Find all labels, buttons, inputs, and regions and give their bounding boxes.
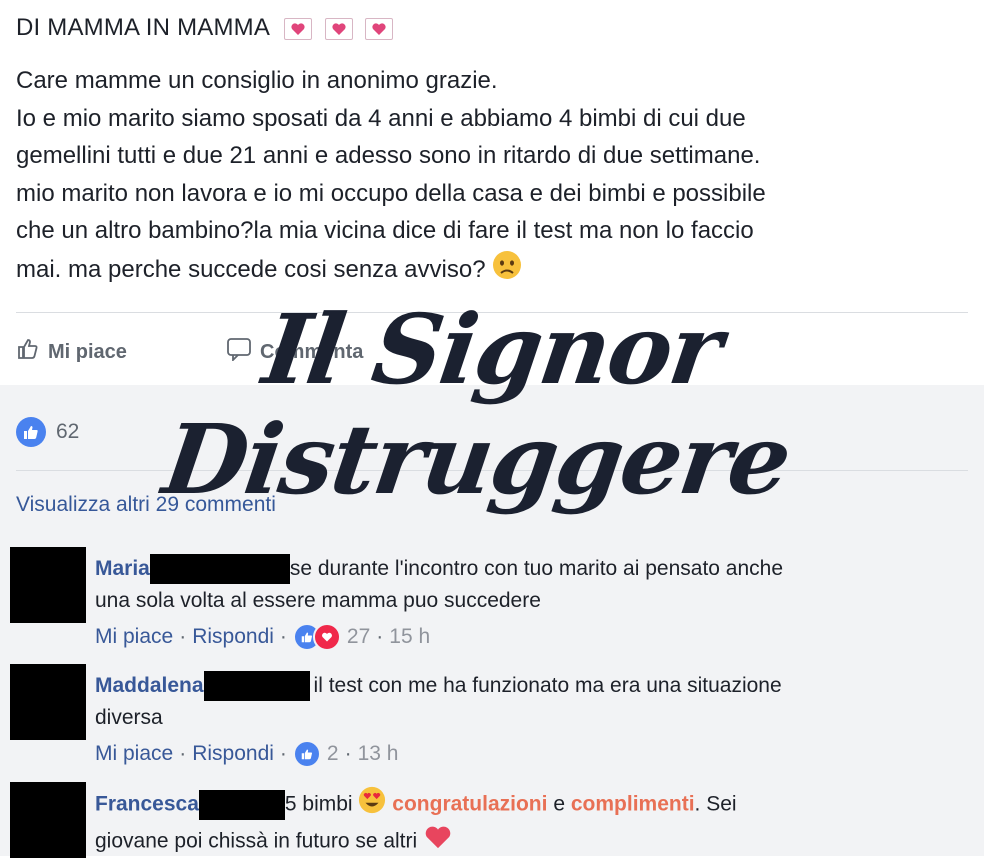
like-count: 62 bbox=[56, 420, 80, 443]
comment-author[interactable]: Maria bbox=[95, 557, 150, 580]
divider bbox=[16, 312, 968, 313]
separator: · bbox=[179, 742, 187, 765]
redaction-bar bbox=[203, 671, 310, 702]
like-button[interactable]: Mi piace bbox=[16, 337, 127, 367]
comment-like-link[interactable]: Mi piace bbox=[95, 625, 173, 649]
post-line: mio marito non lavora e io mi occupo del… bbox=[16, 179, 766, 207]
post-title-text: DI MAMMA IN MAMMA bbox=[16, 14, 269, 41]
thumbs-up-icon bbox=[16, 337, 40, 367]
comment-time[interactable]: 13 h bbox=[358, 742, 399, 766]
comment-button[interactable]: Commenta bbox=[226, 337, 984, 367]
red-heart-icon bbox=[423, 824, 453, 860]
divider bbox=[16, 470, 968, 471]
avatar[interactable] bbox=[10, 664, 86, 740]
like-reaction-icon bbox=[292, 740, 321, 768]
comment-text: e bbox=[553, 792, 566, 816]
title-hearts bbox=[283, 15, 400, 43]
view-more-comments-link[interactable]: Visualizza altri 29 commenti bbox=[16, 493, 276, 517]
avatar[interactable] bbox=[10, 782, 86, 858]
comment-text: . Sei bbox=[694, 792, 737, 816]
comment-text: se durante l'incontro con tuo marito ai … bbox=[289, 557, 784, 580]
highlight-word[interactable]: complimenti bbox=[571, 793, 695, 816]
comment-bubble-icon bbox=[226, 337, 252, 367]
comment-time[interactable]: 15 h bbox=[389, 625, 430, 649]
post-line: gemellini tutti e due 21 anni e adesso s… bbox=[16, 142, 761, 169]
comment-meta: Mi piace · Rispondi · 27 · 15 h bbox=[95, 623, 430, 651]
post-body: Care mamme un consiglio in anonimo grazi… bbox=[16, 62, 956, 291]
post-line: che un altro bambino?la mia vicina dice … bbox=[16, 217, 754, 244]
heart-envelope-icon bbox=[283, 18, 312, 41]
highlight-word[interactable]: congratulazioni bbox=[392, 793, 547, 816]
comment-text: una sola volta al essere mamma puo succe… bbox=[95, 589, 541, 612]
comment-item: Maddalena il test con me ha funzionato ma… bbox=[0, 662, 984, 777]
love-reaction-icon bbox=[312, 623, 341, 651]
comment-reactions[interactable] bbox=[292, 740, 321, 768]
reaction-count: 2 bbox=[326, 742, 339, 765]
post-container: DI MAMMA IN MAMMA Care mamme un consigli… bbox=[0, 0, 984, 385]
post-line-last: mai. ma perche succede cosi senza avviso… bbox=[16, 250, 956, 292]
heart-envelope-icon bbox=[324, 18, 353, 41]
comment-body: Maddalena il test con me ha funzionato ma… bbox=[95, 670, 968, 734]
post-line: Care mamme un consiglio in anonimo grazi… bbox=[16, 67, 498, 94]
avatar[interactable] bbox=[10, 547, 86, 623]
heart-eyes-emoji-icon bbox=[358, 786, 386, 824]
separator: · bbox=[279, 742, 287, 765]
comment-reactions[interactable] bbox=[292, 623, 341, 651]
redaction-bar bbox=[198, 790, 285, 820]
comment-label: Commenta bbox=[260, 340, 364, 363]
reaction-count: 27 bbox=[346, 625, 371, 648]
post-title: DI MAMMA IN MAMMA bbox=[16, 14, 399, 43]
comment-item: Maria se durante l'incontro con tuo marit… bbox=[0, 545, 984, 660]
comment-meta: Mi piace · Rispondi · 2 · 13 h bbox=[95, 740, 398, 768]
separator: · bbox=[179, 625, 187, 648]
like-label: Mi piace bbox=[48, 340, 127, 363]
comment-text: diversa bbox=[95, 706, 163, 729]
separator: · bbox=[376, 625, 384, 648]
comment-text: il test con me ha funzionato ma era una … bbox=[313, 674, 782, 697]
comment-author[interactable]: Maddalena bbox=[95, 674, 204, 697]
redaction-bar bbox=[149, 554, 290, 585]
post-line-text: mai. ma perche succede cosi senza avviso… bbox=[16, 255, 486, 283]
heart-envelope-icon bbox=[365, 18, 394, 41]
comment-like-link[interactable]: Mi piace bbox=[95, 742, 173, 766]
comment-item: Francesca 5 bimbi congratulazioni e compl… bbox=[0, 780, 984, 858]
worried-face-icon bbox=[492, 250, 522, 292]
comment-reply-link[interactable]: Rispondi bbox=[192, 625, 274, 649]
comment-text: giovane poi chissà in futuro se altri bbox=[95, 829, 418, 853]
comment-body: Maria se durante l'incontro con tuo marit… bbox=[95, 553, 968, 617]
separator: · bbox=[279, 625, 287, 648]
comment-author[interactable]: Francesca bbox=[95, 793, 199, 816]
post-line: Io e mio marito siamo sposati da 4 anni … bbox=[16, 104, 746, 132]
comment-text: 5 bimbi bbox=[284, 792, 353, 816]
comment-body: Francesca 5 bimbi congratulazioni e compl… bbox=[95, 786, 968, 860]
comment-reply-link[interactable]: Rispondi bbox=[192, 742, 274, 766]
separator: · bbox=[344, 742, 352, 765]
like-reaction-icon bbox=[16, 417, 46, 447]
reaction-summary[interactable]: 62 bbox=[16, 417, 79, 447]
